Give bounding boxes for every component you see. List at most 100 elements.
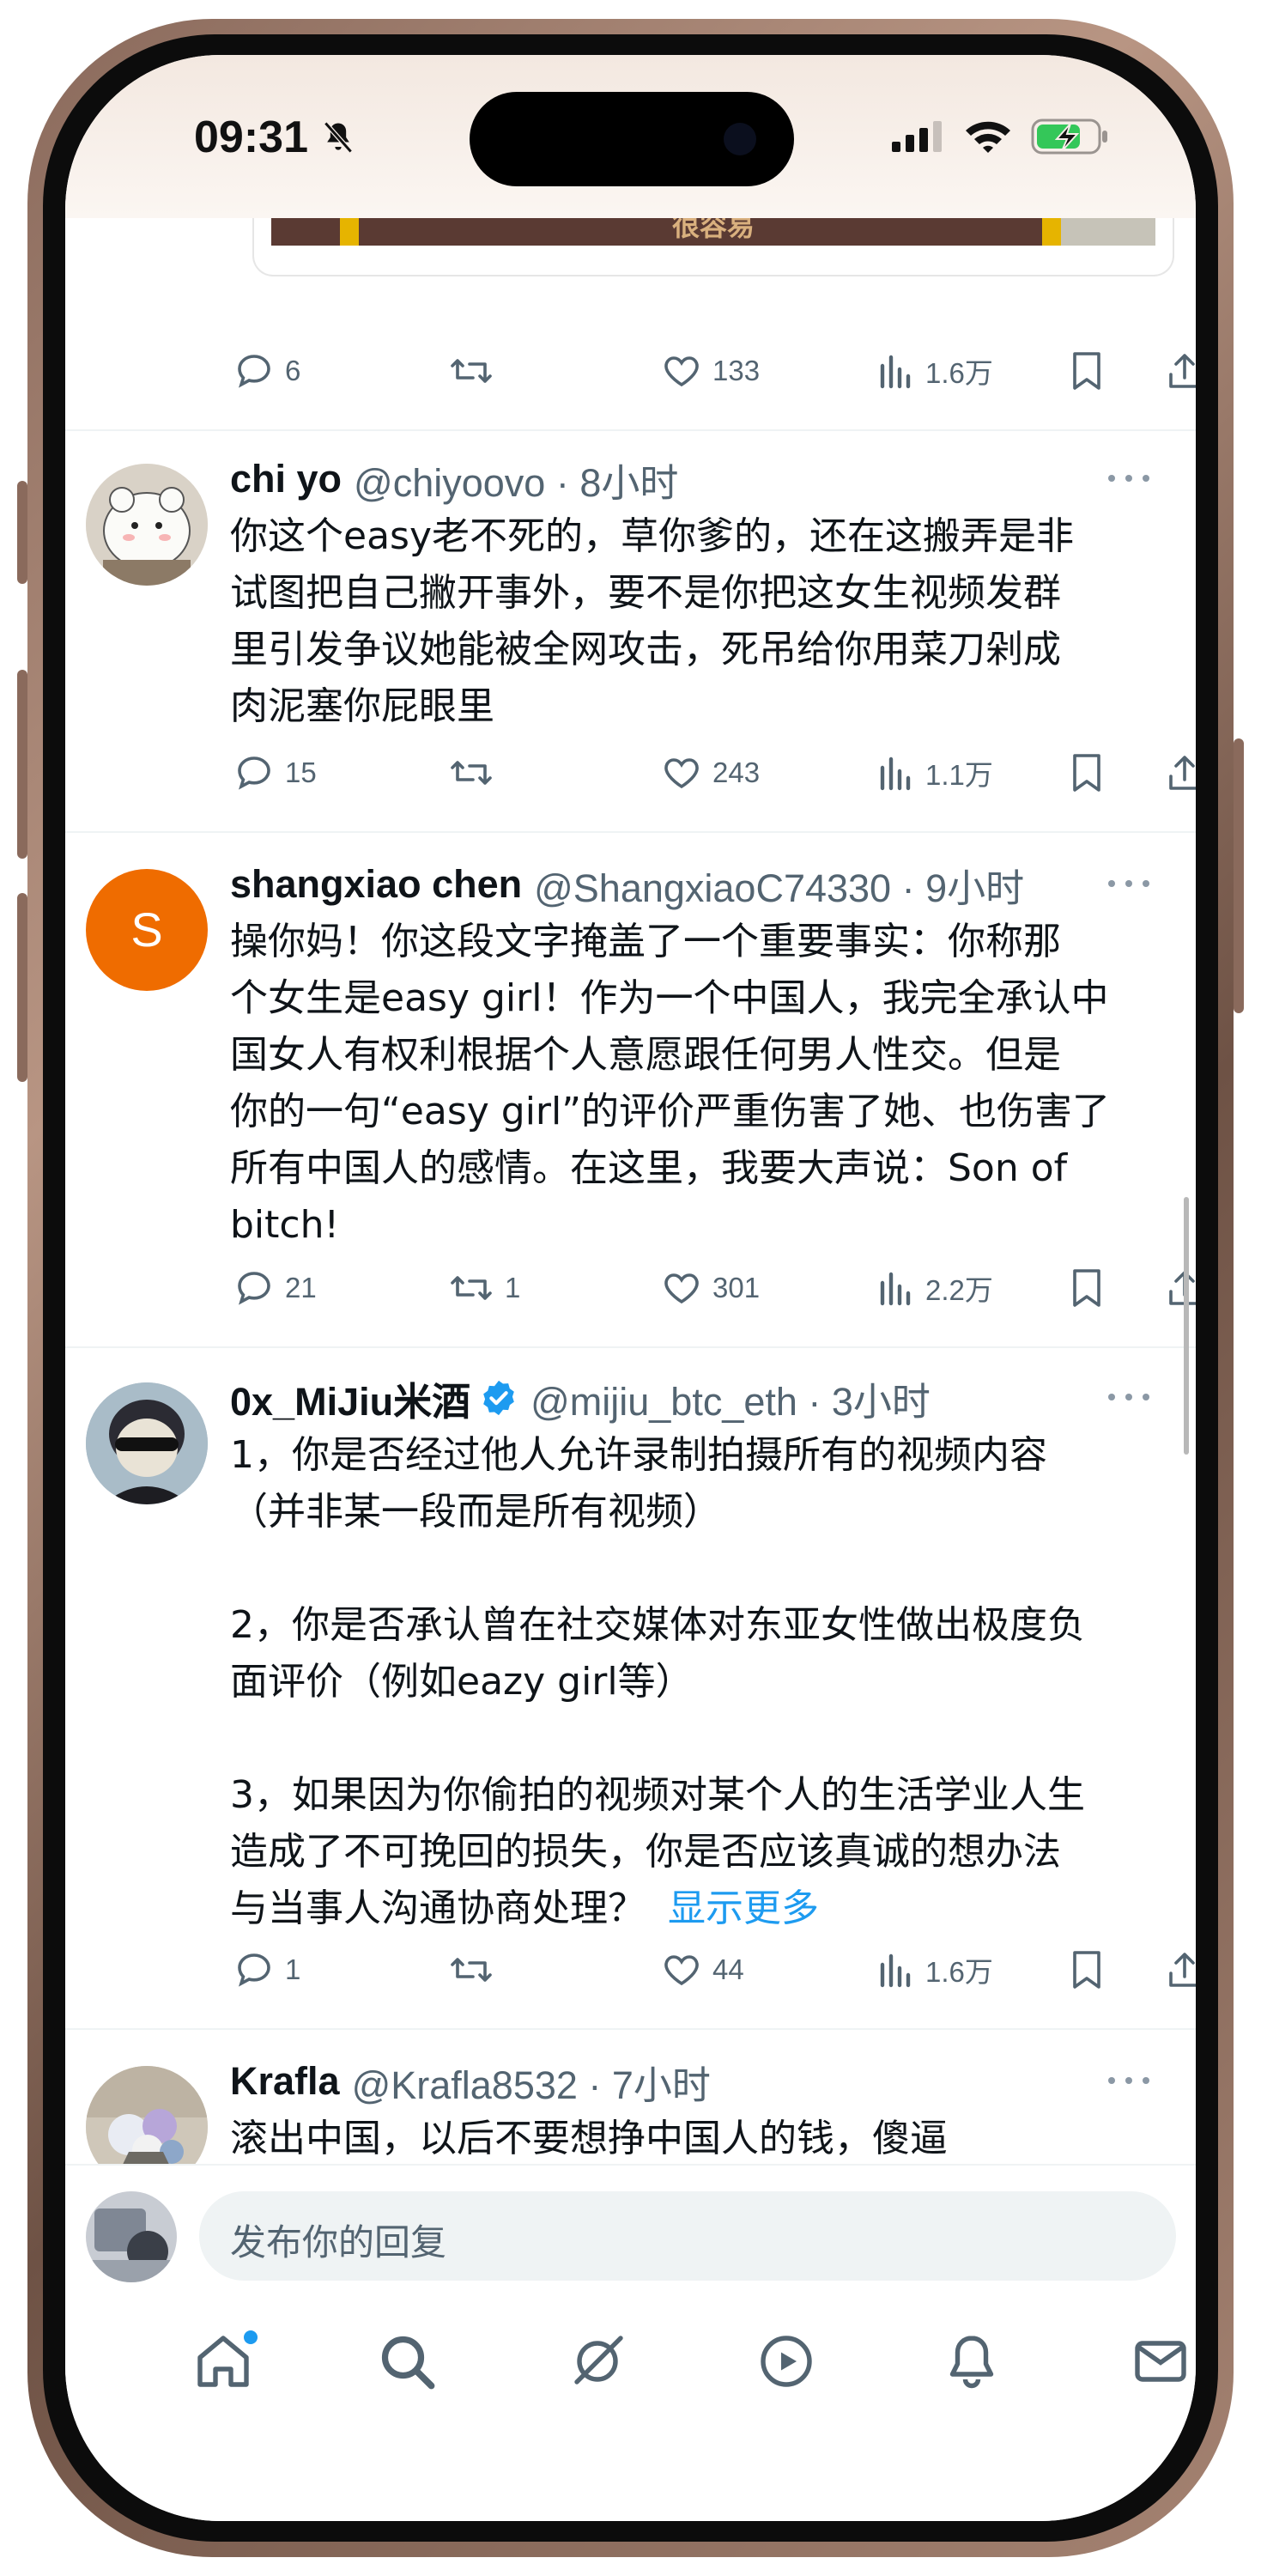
more-options-icon[interactable]	[1103, 871, 1155, 896]
more-options-icon[interactable]	[1103, 1384, 1155, 1410]
like-icon	[664, 758, 699, 789]
like-count: 243	[712, 756, 761, 788]
more-options-icon[interactable]	[1103, 465, 1155, 491]
author-name[interactable]: 0x_MiJiu米酒	[230, 1370, 470, 1426]
avatar-image	[86, 1382, 208, 1504]
show-more-link[interactable]: 显示更多	[668, 1886, 819, 1930]
retweet-button[interactable]: 1	[448, 1262, 520, 1314]
home-indicator-area	[65, 2430, 1196, 2521]
author-handle[interactable]: @mijiu_btc_eth · 3小时	[530, 1370, 931, 1426]
wifi-icon	[966, 121, 1010, 153]
divider	[65, 2028, 1196, 2030]
reply-button[interactable]: 6	[233, 345, 300, 397]
volume-down-button	[17, 893, 27, 1082]
tweet-header: 0x_MiJiu米酒 @mijiu_btc_eth · 3小时	[230, 1374, 931, 1424]
retweet-button[interactable]	[448, 747, 505, 799]
bookmark-button[interactable]	[1068, 1262, 1106, 1314]
reply-button[interactable]: 15	[233, 747, 317, 799]
tab-notifications[interactable]	[937, 2327, 1006, 2396]
reply-icon	[238, 1953, 270, 1987]
like-icon	[664, 356, 699, 387]
divider	[65, 1346, 1196, 1348]
tab-grok[interactable]	[563, 2327, 632, 2396]
tweet-actions: 6 133 1.6万	[65, 345, 1196, 397]
tab-search[interactable]	[373, 2327, 441, 2396]
views-count: 1.6万	[925, 357, 993, 389]
tweet-header: chi yo @chiyoovo · 8小时	[230, 455, 678, 505]
views-count: 1.1万	[925, 759, 993, 791]
share-button[interactable]	[1164, 345, 1196, 397]
views-icon	[880, 1272, 911, 1306]
status-bar: 09:31	[65, 55, 1196, 218]
like-button[interactable]: 243	[661, 747, 760, 799]
like-button[interactable]: 301	[661, 1262, 760, 1314]
like-button[interactable]: 133	[661, 345, 760, 397]
scroll-indicator[interactable]	[1184, 1197, 1189, 1455]
bookmark-icon	[1073, 1951, 1100, 1989]
retweet-button[interactable]	[448, 1944, 505, 1996]
reply-button[interactable]: 21	[233, 1262, 317, 1314]
bookmark-icon	[1073, 754, 1100, 792]
retweet-count: 1	[505, 1272, 521, 1303]
tweet-text-content: 滚出中国，以后不要想挣中国人的钱，傻逼	[230, 2117, 948, 2160]
signal-icon	[892, 121, 942, 152]
author-handle[interactable]: @ShangxiaoC74330 · 9小时	[534, 857, 1024, 913]
share-icon	[1169, 1271, 1196, 1305]
share-icon	[1169, 354, 1196, 388]
bookmark-button[interactable]	[1068, 747, 1106, 799]
author-handle[interactable]: @Krafla8532 · 7小时	[352, 2054, 711, 2110]
author-name[interactable]: Krafla	[230, 2059, 340, 2104]
views-button[interactable]: 1.6万	[877, 345, 993, 397]
tweet-actions: 21 1 301 2.2万	[65, 1262, 1196, 1314]
author-name[interactable]: shangxiao chen	[230, 862, 522, 907]
dynamic-island	[470, 92, 794, 186]
views-count: 1.6万	[925, 1956, 993, 1988]
bell-off-icon	[324, 121, 353, 154]
retweet-icon	[451, 359, 492, 383]
bookmark-button[interactable]	[1068, 345, 1106, 397]
views-button[interactable]: 1.1万	[877, 747, 993, 799]
notifications-icon	[949, 2336, 994, 2389]
retweet-icon	[451, 1958, 492, 1982]
retweet-icon	[451, 761, 492, 785]
views-button[interactable]: 2.2万	[877, 1262, 993, 1314]
views-button[interactable]: 1.6万	[877, 1944, 993, 1996]
reply-icon	[238, 756, 270, 790]
avatar[interactable]: S	[86, 869, 208, 991]
grok-icon	[574, 2336, 623, 2385]
reply-button[interactable]: 1	[233, 1944, 300, 1996]
tab-video[interactable]	[752, 2327, 821, 2396]
avatar[interactable]	[86, 464, 208, 586]
reply-input[interactable]: 发布你的回复	[199, 2191, 1176, 2281]
reply-icon	[238, 355, 270, 388]
retweet-button[interactable]	[448, 345, 505, 397]
bookmark-icon	[1073, 352, 1100, 390]
volume-up-button	[17, 670, 27, 859]
more-options-icon[interactable]	[1103, 2068, 1155, 2093]
tweet-actions: 15 243 1.1万	[65, 747, 1196, 799]
tab-home[interactable]	[189, 2327, 258, 2396]
tweet-text: 1，你是否经过他人允许录制拍摄所有的视频内容 （并非某一段而是所有视频） 2，你…	[230, 1427, 1166, 1937]
share-button[interactable]	[1164, 747, 1196, 799]
like-icon	[664, 1955, 699, 1986]
avatar[interactable]	[86, 1382, 208, 1504]
status-time: 09:31	[194, 112, 308, 162]
author-handle[interactable]: @chiyoovo · 8小时	[354, 452, 678, 507]
share-button[interactable]	[1164, 1262, 1196, 1314]
tweet-text: 你这个easy老不死的，草你爹的，还在这搬弄是非 试图把自己撇开事外，要不是你把…	[230, 508, 1166, 735]
tweet-text-content: 你这个easy老不死的，草你爹的，还在这搬弄是非 试图把自己撇开事外，要不是你把…	[230, 514, 1074, 728]
messages-icon	[1135, 2341, 1186, 2382]
reply-icon	[238, 1272, 270, 1305]
reply-placeholder: 发布你的回复	[230, 2221, 447, 2263]
my-avatar[interactable]	[86, 2191, 177, 2282]
author-name[interactable]: chi yo	[230, 457, 342, 501]
home-notification-dot	[244, 2330, 258, 2344]
tweet-header: shangxiao chen @ShangxiaoC74330 · 9小时	[230, 860, 1024, 910]
action-button	[17, 481, 27, 584]
tab-messages[interactable]	[1126, 2327, 1195, 2396]
bottom-tab-bar	[65, 2293, 1196, 2430]
share-button[interactable]	[1164, 1944, 1196, 1996]
bookmark-button[interactable]	[1068, 1944, 1106, 1996]
reply-count: 15	[285, 756, 317, 788]
like-button[interactable]: 44	[661, 1944, 744, 1996]
